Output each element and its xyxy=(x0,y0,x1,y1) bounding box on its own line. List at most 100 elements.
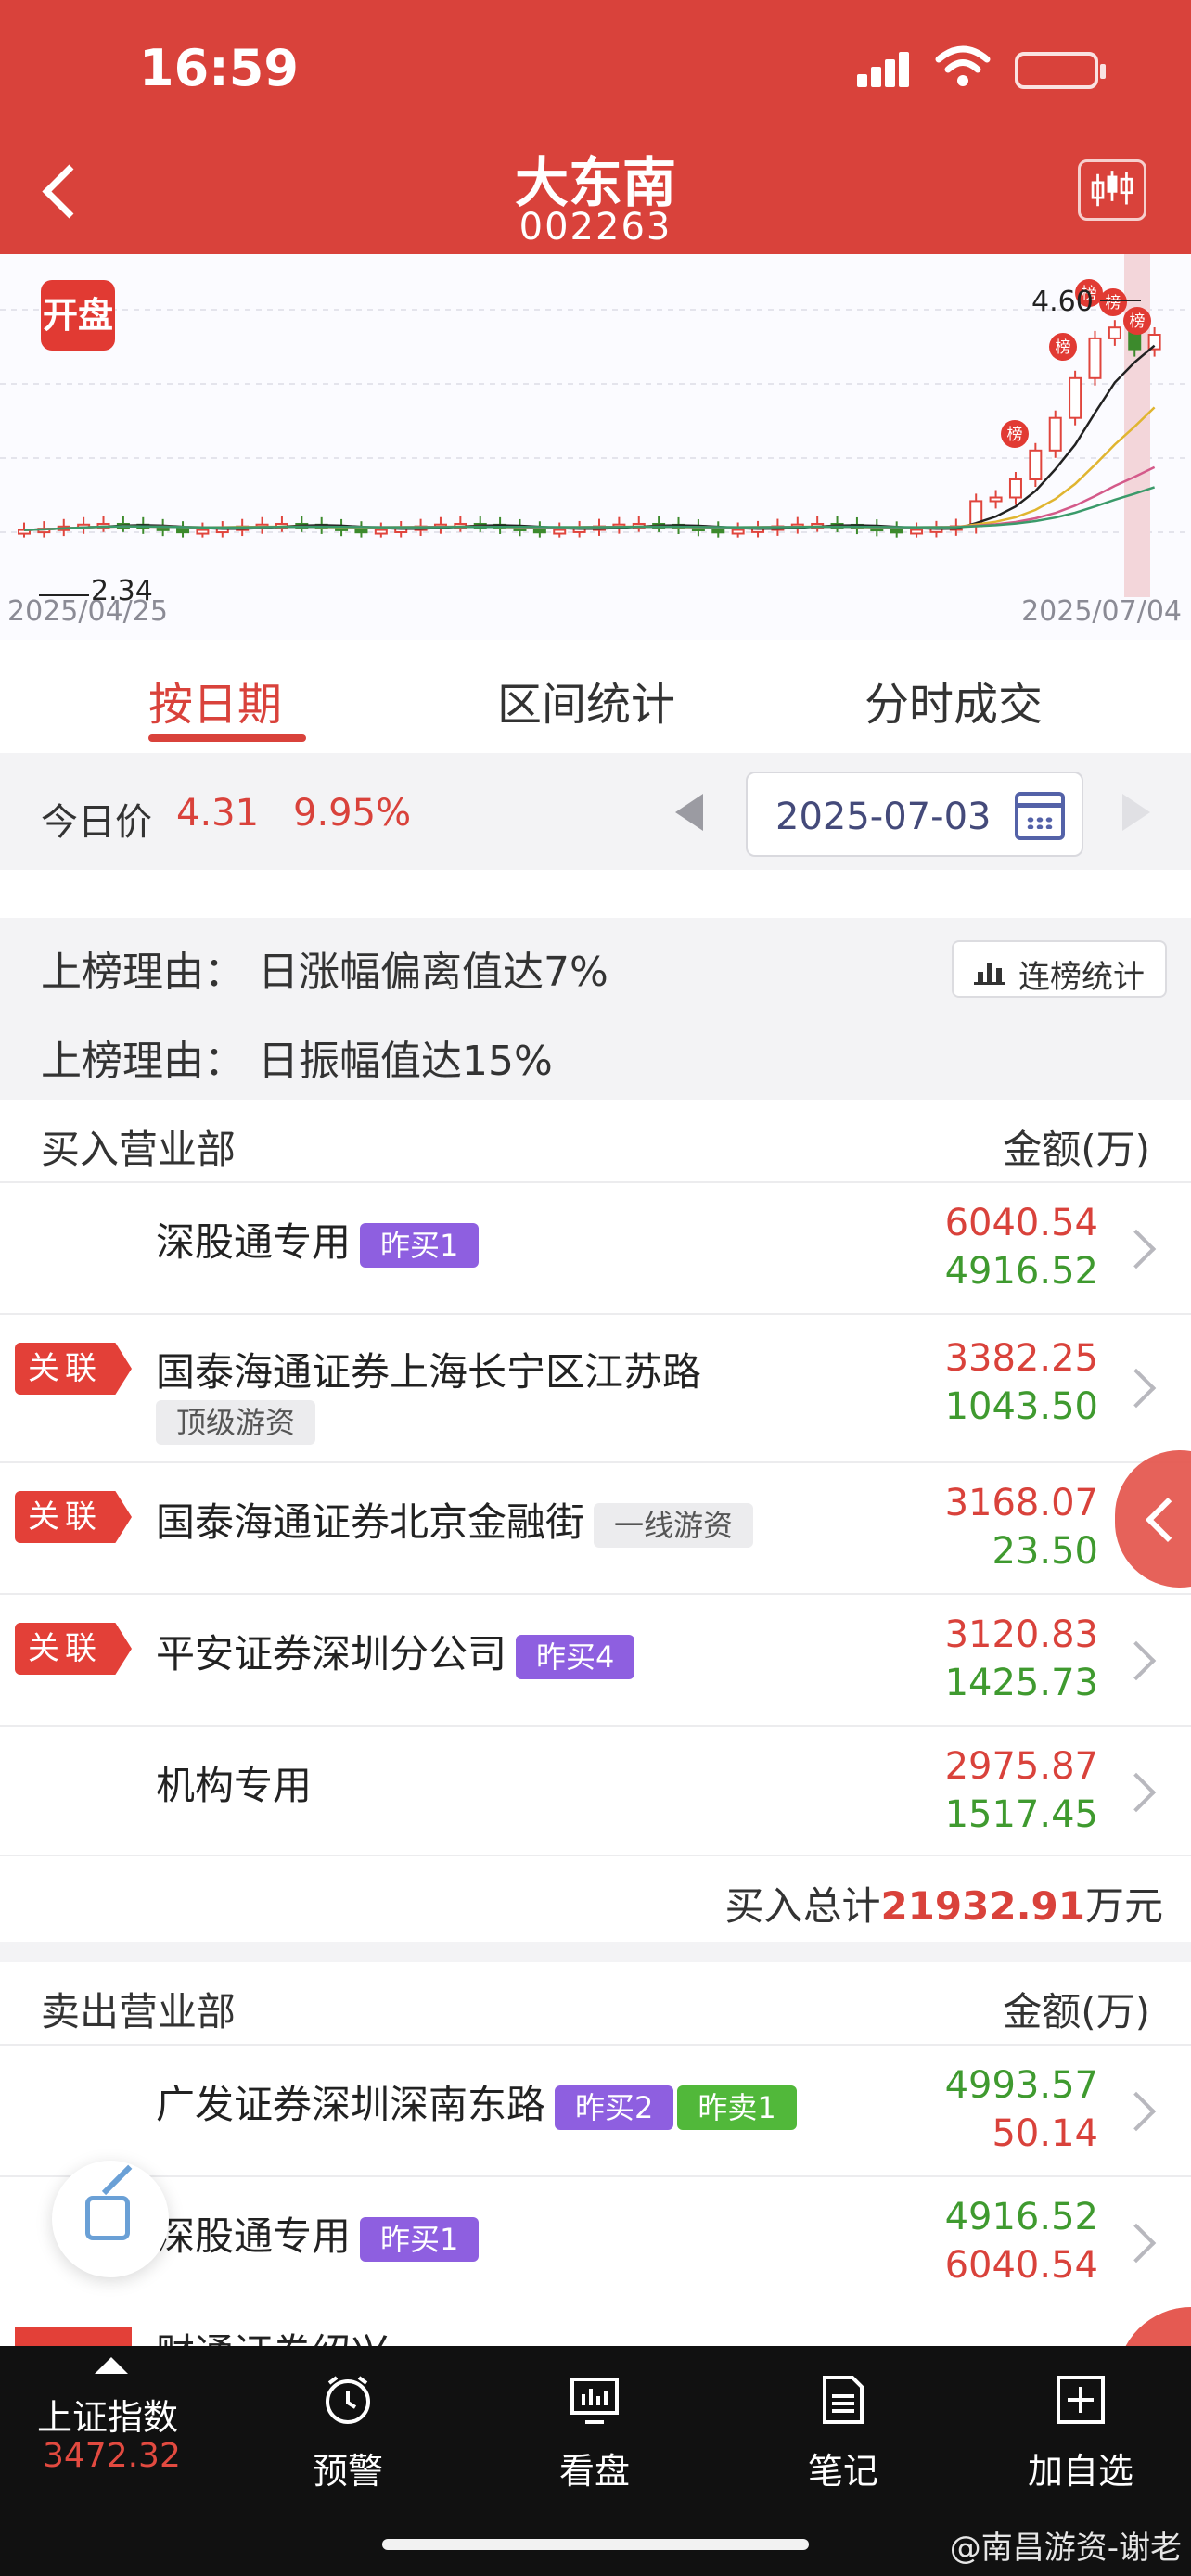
listing-reason: 上榜理由： 日涨幅偏离值达7% xyxy=(41,949,608,996)
svg-text:榜: 榜 xyxy=(1007,426,1023,444)
consecutive-stats-button[interactable]: 连榜统计 xyxy=(952,940,1167,998)
tag: 昨卖1 xyxy=(677,2085,797,2130)
buy-row[interactable]: 关联 国泰海通证券北京金融街 一线游资 3168.07 23.50 xyxy=(0,1463,1191,1595)
svg-text:榜: 榜 xyxy=(1130,312,1146,331)
date-bar: 今日价 4.31 9.95% 2025-07-03 xyxy=(0,753,1191,870)
buy-amount: 3168.07 xyxy=(944,1482,1098,1524)
buy-row[interactable]: 机构专用 2975.87 1517.45 xyxy=(0,1727,1191,1856)
buy-header-label: 买入营业部 xyxy=(41,1127,237,1172)
buy-total: 买入总计21932.91万元 xyxy=(0,1856,1191,1942)
tab-by-date[interactable]: 按日期 xyxy=(148,668,282,733)
chevron-right-icon xyxy=(1116,1772,1157,1813)
listing-reasons: 上榜理由： 日涨幅偏离值达7% 上榜理由： 日振幅值达15% 连榜统计 xyxy=(0,918,1191,1100)
home-indicator xyxy=(382,2539,809,2550)
status-time: 16:59 xyxy=(139,39,299,97)
date-value: 2025-07-03 xyxy=(775,796,992,838)
buy-amount: 2975.87 xyxy=(944,1745,1098,1788)
app-header: 16:59 大东南 002263 xyxy=(0,0,1191,254)
related-flag: 关联 xyxy=(15,1623,132,1675)
nav-add-watchlist[interactable]: 加自选 xyxy=(992,2346,1169,2504)
tag: 昨买4 xyxy=(516,1634,635,1679)
sell-row[interactable]: 深股通专用 昨买1 4916.52 6040.54 xyxy=(0,2177,1191,2309)
open-badge[interactable]: 开盘 xyxy=(41,280,115,351)
amount-header-label: 金额(万) xyxy=(1003,1127,1150,1172)
svg-text:榜: 榜 xyxy=(1056,338,1071,357)
note-icon xyxy=(823,2376,864,2424)
today-price-label: 今日价 xyxy=(41,801,152,844)
buy-total-unit: 万元 xyxy=(1084,1883,1163,1929)
tab-bar: 按日期 区间统计 分时成交 xyxy=(0,642,1191,753)
tag: 昨买2 xyxy=(555,2085,674,2130)
tab-intraday-trades[interactable]: 分时成交 xyxy=(864,668,1043,733)
prev-date-icon[interactable] xyxy=(675,794,703,831)
sell-amount: 1043.50 xyxy=(944,1385,1098,1428)
kline-chart-canvas: 榜榜榜 榜榜 xyxy=(0,254,1191,597)
today-price: 4.31 xyxy=(176,792,260,835)
sell-amount: 23.50 xyxy=(992,1530,1098,1573)
chevron-right-icon xyxy=(1116,1229,1157,1269)
buy-amount: 3382.25 xyxy=(944,1337,1098,1380)
nav-index[interactable]: 上证指数 3472.32 xyxy=(0,2346,223,2504)
sell-row[interactable]: 广发证券深圳深南东路 昨买2 昨卖1 4993.57 50.14 xyxy=(0,2046,1191,2177)
sell-header-label: 卖出营业部 xyxy=(41,1989,237,2034)
related-flag: 关联 xyxy=(15,1491,132,1543)
section-divider xyxy=(0,1942,1191,1962)
nav-alert[interactable]: 预警 xyxy=(260,2346,436,2504)
buy-row[interactable]: 关联 国泰海通证券上海长宁区江苏路 顶级游资 3382.25 1043.50 xyxy=(0,1315,1191,1463)
related-flag xyxy=(15,2327,132,2346)
sell-amount: 4993.57 xyxy=(944,2064,1098,2107)
sell-row-partial[interactable]: 财通证券绍兴... xyxy=(0,2303,1191,2346)
battery-icon xyxy=(1015,52,1106,89)
share-icon xyxy=(85,2196,130,2240)
chevron-right-icon xyxy=(1116,2091,1157,2132)
broker-name: 广发证券深圳深南东路 xyxy=(156,2082,546,2127)
buy-amount: 50.14 xyxy=(992,2112,1098,2155)
nav-notes[interactable]: 笔记 xyxy=(755,2346,931,2504)
stock-code: 002263 xyxy=(519,206,672,249)
sell-amount: 1517.45 xyxy=(944,1793,1098,1836)
broker-name: 机构专用 xyxy=(156,1763,313,1808)
sell-amount: 4916.52 xyxy=(944,1250,1098,1293)
wifi-icon xyxy=(935,45,991,86)
tag: 昨买1 xyxy=(360,2216,480,2262)
broker-name: 国泰海通证券上海长宁区江苏路 xyxy=(156,1349,702,1395)
plus-square-icon xyxy=(1057,2376,1105,2424)
index-value: 3472.32 xyxy=(43,2437,181,2475)
share-button[interactable] xyxy=(52,2161,169,2277)
broker-name: 深股通专用 xyxy=(156,1219,352,1265)
svg-text:榜: 榜 xyxy=(1106,294,1121,312)
buy-total-label: 买入总计 xyxy=(724,1883,881,1929)
chart-end-date: 2025/07/04 xyxy=(1021,595,1182,628)
chart-low-label: 2.34 xyxy=(91,575,153,607)
cellular-signal-icon xyxy=(857,48,922,87)
buy-amount: 3120.83 xyxy=(944,1613,1098,1656)
next-date-icon[interactable] xyxy=(1122,794,1150,831)
caret-up-icon xyxy=(95,2357,128,2374)
sell-amount: 1425.73 xyxy=(944,1662,1098,1704)
nav-watch[interactable]: 看盘 xyxy=(506,2346,683,2504)
broker-name: 财通证券绍兴... xyxy=(156,2322,427,2346)
watermark: @南昌游资-谢老 xyxy=(949,2530,1182,2567)
broker-name: 国泰海通证券北京金融街 xyxy=(156,1499,585,1545)
calendar-icon[interactable] xyxy=(1015,792,1065,840)
date-picker[interactable]: 2025-07-03 xyxy=(746,772,1083,857)
broker-name: 深股通专用 xyxy=(156,2213,352,2259)
broker-name: 平安证券深圳分公司 xyxy=(156,1631,507,1677)
listing-reason: 上榜理由： 日振幅值达15% xyxy=(41,1038,553,1085)
kline-chart[interactable]: 榜榜榜榜榜 xyxy=(0,254,1191,640)
amount-header-label: 金额(万) xyxy=(1003,1989,1150,2034)
tab-range-stats[interactable]: 区间统计 xyxy=(497,668,675,733)
buy-section-header: 买入营业部 金额(万) xyxy=(0,1100,1191,1183)
chevron-right-icon xyxy=(1116,1368,1157,1409)
buy-row[interactable]: 深股通专用 昨买1 6040.54 4916.52 xyxy=(0,1183,1191,1315)
buy-row[interactable]: 关联 平安证券深圳分公司 昨买4 3120.83 1425.73 xyxy=(0,1595,1191,1727)
monitor-icon xyxy=(570,2378,619,2424)
sell-amount: 4916.52 xyxy=(944,2196,1098,2238)
kline-chart-button[interactable] xyxy=(1078,159,1146,221)
buy-amount: 6040.54 xyxy=(944,1202,1098,1244)
active-tab-indicator xyxy=(148,734,306,742)
tag: 顶级游资 xyxy=(156,1400,316,1445)
tag: 昨买1 xyxy=(360,1222,480,1268)
related-flag: 关联 xyxy=(15,1343,132,1395)
chevron-right-icon xyxy=(1116,1640,1157,1681)
